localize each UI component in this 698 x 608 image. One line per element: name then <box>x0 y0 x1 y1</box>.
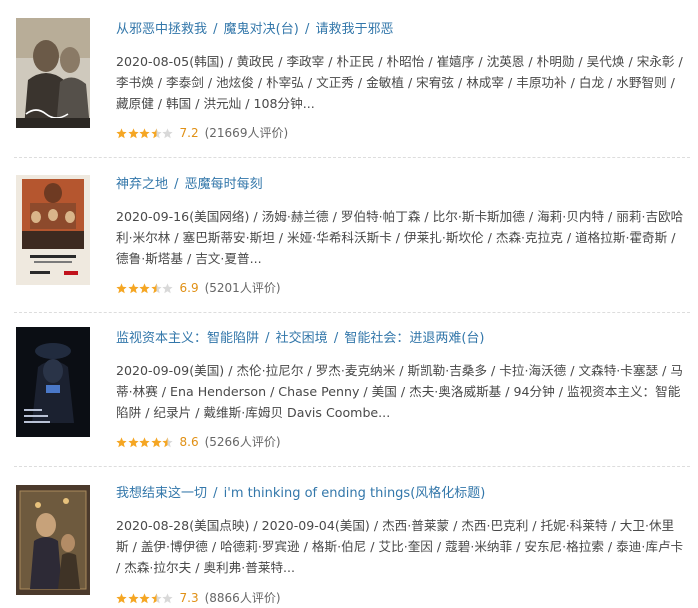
title-alt-link[interactable]: 请救我于邪恶 <box>315 22 393 37</box>
star-icon <box>150 436 162 448</box>
movie-meta: 2020-09-16(美国网络) / 汤姆·赫兰德 / 罗伯特·帕丁森 / 比尔… <box>116 209 684 266</box>
title-primary-link[interactable]: 从邪恶中拯救我 <box>116 22 207 37</box>
title-separator: / <box>170 177 183 192</box>
movie-rating: 7.3 (8866人评价) <box>116 590 281 606</box>
poster-image <box>16 18 90 128</box>
star-icon <box>127 127 139 139</box>
title-primary-link[interactable]: 监视资本主义：智能陷阱 <box>116 331 259 346</box>
rating-score: 7.2 <box>179 126 199 140</box>
item-divider <box>14 466 690 467</box>
movie-meta: 2020-09-09(美国) / 杰伦·拉尼尔 / 罗杰·麦克纳米 / 斯凯勒·… <box>116 363 683 420</box>
movie-meta: 2020-08-28(美国点映) / 2020-09-04(美国) / 杰西·普… <box>116 518 684 575</box>
rating-votes[interactable]: (8866人评价) <box>205 590 281 606</box>
title-separator: / <box>300 22 314 37</box>
title-primary-link[interactable]: 我想结束这一切 <box>116 486 207 501</box>
movie-poster-im-thinking-of-ending-things[interactable] <box>16 485 90 595</box>
movie-rating: 6.9 (5201人评价) <box>116 280 281 296</box>
title-separator: / <box>261 331 274 346</box>
title-separator: / <box>209 22 222 37</box>
star-icon <box>162 282 173 294</box>
poster-image <box>16 485 90 595</box>
movie-list: 从邪恶中拯救我 / 魔鬼对决(台) / 请救我于邪恶 2020-08-05(韩国… <box>0 0 698 608</box>
title-alt-link[interactable]: 智能社会：进退两难(台) <box>344 331 484 346</box>
star-icon <box>150 127 162 139</box>
star-icon <box>162 127 173 139</box>
star-icon <box>150 282 162 294</box>
star-icon <box>139 592 150 604</box>
title-separator: / <box>329 331 343 346</box>
movie-poster-deliver-us-from-evil[interactable] <box>16 18 90 128</box>
star-icon <box>139 127 150 139</box>
rating-stars <box>116 282 174 294</box>
item-divider <box>14 157 690 158</box>
star-icon <box>116 592 127 604</box>
rating-votes[interactable]: (5266人评价) <box>205 434 281 450</box>
title-primary-link[interactable]: 神弃之地 <box>116 177 168 192</box>
movie-poster-the-social-dilemma[interactable] <box>16 327 90 437</box>
movie-rating: 7.2 (21669人评价) <box>116 125 288 141</box>
star-icon <box>162 592 173 604</box>
star-icon <box>116 282 127 294</box>
title-alt-link[interactable]: 社交困境 <box>276 331 328 346</box>
rating-score: 6.9 <box>179 281 199 295</box>
movie-title: 神弃之地 / 恶魔每时每刻 <box>116 176 263 194</box>
poster-image <box>16 175 90 285</box>
star-icon <box>116 436 127 448</box>
star-icon <box>127 592 139 604</box>
star-icon <box>139 436 150 448</box>
rating-score: 7.3 <box>179 591 199 605</box>
movie-meta: 2020-08-05(韩国) / 黄政民 / 李政宰 / 朴正民 / 朴昭怡 /… <box>116 54 683 111</box>
movie-title: 从邪恶中拯救我 / 魔鬼对决(台) / 请救我于邪恶 <box>116 21 394 39</box>
item-divider <box>14 312 690 313</box>
movie-title: 我想结束这一切 / i'm thinking of ending things(… <box>116 485 485 503</box>
rating-score: 8.6 <box>179 435 199 449</box>
star-icon <box>127 282 139 294</box>
star-icon <box>150 592 162 604</box>
title-separator: / <box>209 486 222 501</box>
title-alt-link[interactable]: i'm thinking of ending things(风格化标题) <box>224 486 486 501</box>
title-alt-link[interactable]: 魔鬼对决(台) <box>224 22 299 37</box>
movie-poster-the-devil-all-the-time[interactable] <box>16 175 90 285</box>
star-icon <box>127 436 139 448</box>
rating-stars <box>116 592 174 604</box>
rating-stars <box>116 127 174 139</box>
star-icon <box>162 436 173 448</box>
rating-votes[interactable]: (5201人评价) <box>205 280 281 296</box>
movie-rating: 8.6 (5266人评价) <box>116 434 281 450</box>
rating-stars <box>116 436 174 448</box>
star-icon <box>139 282 150 294</box>
title-alt-link[interactable]: 恶魔每时每刻 <box>185 177 263 192</box>
rating-votes[interactable]: (21669人评价) <box>205 125 289 141</box>
poster-image <box>16 327 90 437</box>
star-icon <box>116 127 127 139</box>
movie-title: 监视资本主义：智能陷阱 / 社交困境 / 智能社会：进退两难(台) <box>116 330 485 348</box>
